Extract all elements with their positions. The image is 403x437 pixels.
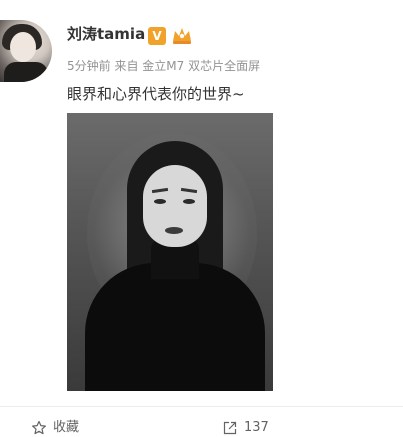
divider — [0, 406, 403, 407]
favorite-label: 收藏 — [53, 420, 80, 435]
share-arrow-icon — [223, 421, 237, 435]
username[interactable]: 刘涛tamia — [67, 24, 145, 44]
post-photo[interactable] — [67, 113, 273, 391]
share-count: 137 — [244, 420, 269, 435]
favorite-button[interactable]: 收藏 — [31, 418, 79, 437]
share-button[interactable]: 137 — [222, 418, 269, 437]
weibo-post: 刘涛tamia V 5分钟前 来自 金立M7 双芯片全面屏 眼界和心界代表你的世… — [0, 0, 403, 437]
post-text: 眼界和心界代表你的世界~ — [67, 85, 245, 103]
avatar[interactable] — [0, 20, 52, 82]
star-outline-icon — [32, 420, 46, 435]
crown-icon — [173, 28, 191, 44]
verified-badge-icon: V — [148, 27, 166, 45]
post-meta: 5分钟前 来自 金立M7 双芯片全面屏 — [67, 59, 261, 73]
